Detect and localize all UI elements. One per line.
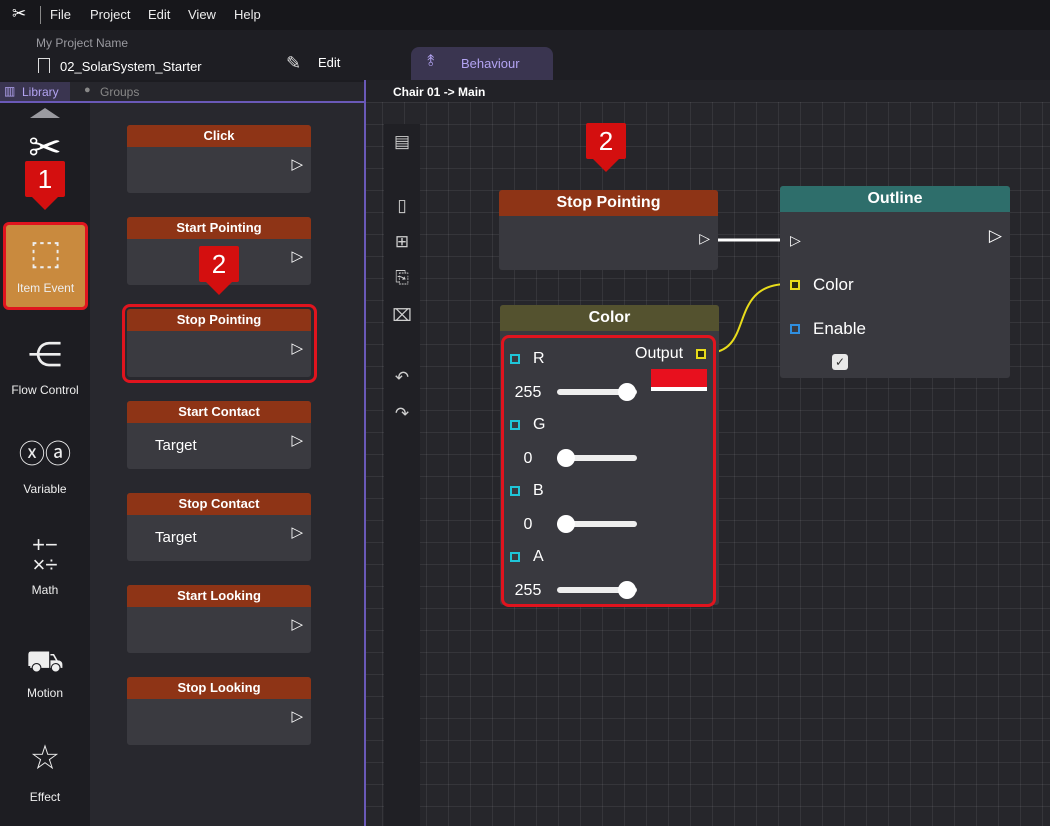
variable-xya-icon: ⓧⓐ	[18, 439, 71, 469]
app-brand-icon: ✂	[28, 126, 62, 170]
outline-color-label: Color	[813, 275, 854, 294]
event-block-title: Start Pointing	[127, 217, 311, 239]
play-arrow-icon: ▷	[291, 156, 303, 173]
outline-enable-label: Enable	[813, 319, 866, 338]
step-marker-2-canvas: 2	[586, 123, 626, 172]
bookmark-icon	[38, 58, 50, 73]
node-outline[interactable]: Outline ▷ ▷ Color Enable ✓	[780, 186, 1010, 378]
scroll-up-icon[interactable]	[30, 108, 60, 118]
highlight-stop-pointing	[122, 304, 317, 383]
category-motion-label: Motion	[26, 686, 64, 700]
menu-edit[interactable]: Edit	[148, 7, 170, 22]
category-effect[interactable]: ☆ Effect	[0, 738, 90, 804]
play-arrow-icon: ▷	[291, 248, 303, 265]
app-logo-icon[interactable]: ✂	[12, 4, 26, 24]
step-marker-2-canvas-label: 2	[586, 123, 626, 159]
cube-touch-icon: ⬚	[29, 234, 62, 272]
menu-view[interactable]: View	[188, 7, 216, 22]
step-marker-2-library-label: 2	[199, 246, 239, 282]
event-block-title: Start Contact	[127, 401, 311, 423]
event-block-title: Stop Contact	[127, 493, 311, 515]
category-item-event[interactable]: ⬚ Item Event	[3, 222, 88, 310]
event-block-title: Stop Looking	[127, 677, 311, 699]
project-label: My Project Name	[36, 36, 129, 50]
event-block-title: Start Looking	[127, 585, 311, 607]
flow-out-port-icon[interactable]: ▷	[699, 230, 710, 247]
highlight-color-channels	[501, 335, 716, 607]
play-arrow-icon: ▷	[291, 616, 303, 633]
flow-branch-icon: ⋲	[28, 336, 62, 374]
category-flow-control[interactable]: ⋲ Flow Control	[0, 335, 90, 397]
step-marker-1: 1	[25, 161, 65, 210]
tab-behaviour-label: Behaviour	[461, 56, 520, 71]
event-block-target: Target	[155, 529, 197, 546]
event-block-start-contact[interactable]: Start Contact Target ▷	[127, 401, 311, 469]
math-operators-icon: +− ×÷	[32, 532, 58, 577]
color-wire	[706, 283, 789, 354]
event-block-stop-looking[interactable]: Stop Looking ▷	[127, 677, 311, 745]
marker-pointer-icon	[32, 197, 58, 210]
groups-icon: ●	[84, 84, 91, 96]
event-block-click[interactable]: Click ▷	[127, 125, 311, 193]
enable-checkbox[interactable]: ✓	[832, 354, 848, 370]
breadcrumb: Chair 01 -> Main	[393, 85, 486, 99]
node-stop-pointing[interactable]: Stop Pointing ▷	[499, 190, 718, 270]
flow-out-port-icon[interactable]: ▷	[989, 226, 1002, 246]
category-variable[interactable]: ⓧⓐ Variable	[0, 434, 90, 496]
category-item-event-label: Item Event	[16, 281, 75, 295]
breadcrumb-bar: Chair 01 -> Main	[366, 80, 1050, 102]
event-block-stop-contact[interactable]: Stop Contact Target ▷	[127, 493, 311, 561]
tab-groups[interactable]: ● Groups	[80, 82, 160, 101]
category-variable-label: Variable	[23, 482, 67, 496]
tab-library-label: Library	[22, 85, 59, 99]
event-block-start-looking[interactable]: Start Looking ▷	[127, 585, 311, 653]
flow-icon: ⥉	[427, 53, 435, 70]
flow-in-port-icon[interactable]: ▷	[790, 232, 801, 249]
step-marker-2-library: 2	[199, 246, 239, 295]
color-input-port[interactable]	[790, 280, 800, 290]
menu-help[interactable]: Help	[234, 7, 261, 22]
car-icon: ⛟	[26, 645, 64, 678]
step-marker-1-label: 1	[25, 161, 65, 197]
category-math[interactable]: +− ×÷ Math	[0, 532, 90, 598]
menu-file[interactable]: File	[50, 7, 71, 22]
library-tabs: ▥ Library ● Groups	[0, 82, 364, 103]
category-effect-label: Effect	[29, 790, 61, 804]
menu-divider	[40, 6, 41, 24]
category-motion[interactable]: ⛟ Motion	[0, 642, 90, 700]
marker-pointer-icon	[593, 159, 619, 172]
edit-button[interactable]: Edit	[318, 55, 340, 70]
node-title: Stop Pointing	[499, 190, 718, 216]
category-math-label: Math	[31, 583, 59, 597]
library-icon: ▥	[4, 84, 16, 98]
tab-groups-label: Groups	[100, 85, 140, 99]
node-title: Outline	[780, 186, 1010, 212]
play-arrow-icon: ▷	[291, 432, 303, 449]
tab-library[interactable]: ▥ Library	[0, 82, 70, 101]
tab-behaviour[interactable]: ⥉ Behaviour	[411, 47, 553, 80]
menu-project[interactable]: Project	[90, 7, 130, 22]
menu-bar: ✂ File Project Edit View Help	[0, 0, 1050, 30]
edit-pencil-icon[interactable]: ✎	[286, 53, 301, 74]
project-name[interactable]: 02_SolarSystem_Starter	[60, 59, 202, 74]
play-arrow-icon: ▷	[291, 524, 303, 541]
project-header: My Project Name 02_SolarSystem_Starter ✎…	[0, 30, 1050, 80]
marker-pointer-icon	[206, 282, 232, 295]
event-block-target: Target	[155, 437, 197, 454]
node-title: Color	[500, 305, 719, 331]
category-flow-control-label: Flow Control	[11, 383, 79, 397]
play-arrow-icon: ▷	[291, 708, 303, 725]
enable-input-port[interactable]	[790, 324, 800, 334]
star-sparkle-icon: ☆	[29, 739, 61, 777]
event-block-title: Click	[127, 125, 311, 147]
